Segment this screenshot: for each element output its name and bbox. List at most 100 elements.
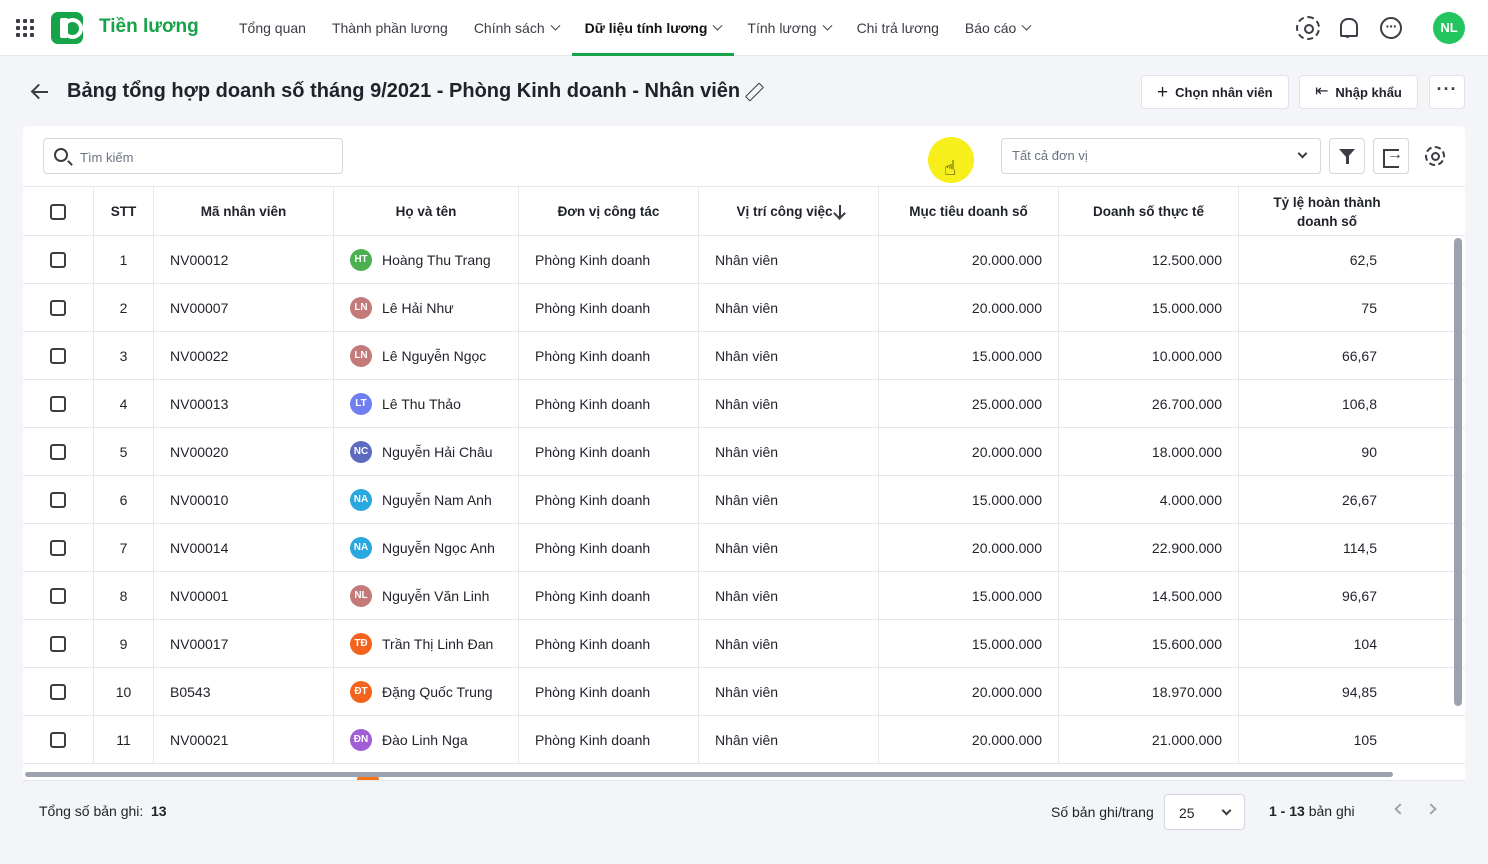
employee-name: Trần Thị Linh Đan [382, 635, 494, 652]
settings-icon[interactable] [1296, 16, 1320, 40]
chevron-down-icon [1021, 20, 1032, 31]
chevron-down-icon [822, 20, 833, 31]
total-records-label: Tổng số bản ghi: [39, 803, 144, 819]
cell-position: Nhân viên [699, 284, 879, 331]
nav-item-2[interactable]: Chính sách [461, 0, 572, 56]
cell-select [23, 572, 94, 619]
employee-name: Lê Nguyễn Ngọc [382, 347, 487, 364]
app-logo[interactable] [51, 12, 83, 44]
more-options-icon[interactable]: ··· [1380, 17, 1402, 39]
search-box[interactable] [43, 138, 343, 174]
table-row[interactable]: 7 NV00014 NA Nguyễn Ngọc Anh Phòng Kinh doan… [23, 524, 1465, 572]
cell-stt: 2 [94, 284, 154, 331]
cell-stt: 10 [94, 668, 154, 715]
cell-completion-ratio: 96,67 [1341, 587, 1377, 604]
nav-item-label: Tính lương [747, 20, 817, 36]
row-checkbox[interactable] [50, 635, 66, 652]
table-row[interactable]: 9 NV00017 TĐ Trần Thị Linh Đan Phòng Kinh do… [23, 620, 1465, 668]
table-row[interactable]: 6 NV00010 NA Nguyễn Nam Anh Phòng Kinh doanh… [23, 476, 1465, 524]
cell-position: Nhân viên [699, 620, 879, 667]
col-employee-code[interactable]: Mã nhân viên [154, 187, 334, 236]
nav-item-0[interactable]: Tổng quan [226, 0, 319, 56]
more-actions-button[interactable]: ··· [1429, 75, 1465, 109]
cell-actual-sales: 12.500.000 [1059, 236, 1239, 283]
prev-page-icon[interactable] [1394, 803, 1406, 815]
search-input[interactable] [80, 147, 330, 167]
total-records-value: 13 [151, 803, 167, 819]
row-checkbox[interactable] [50, 395, 66, 412]
cell-actual-sales: 18.970.000 [1059, 668, 1239, 715]
col-stt[interactable]: STT [94, 187, 154, 236]
cell-employee-code: NV00022 [154, 332, 334, 379]
next-page-icon[interactable] [1425, 803, 1437, 815]
record-range-bold: 1 - 13 [1269, 803, 1305, 819]
horizontal-scrollbar[interactable] [25, 772, 1393, 777]
col-completion-ratio[interactable]: Tỷ lệ hoàn thành doanh số [1239, 187, 1415, 236]
row-checkbox[interactable] [50, 539, 66, 556]
col-position-label: Vị trí công việc [736, 204, 833, 219]
row-checkbox[interactable] [50, 251, 66, 268]
row-checkbox[interactable] [50, 443, 66, 460]
apps-grid-icon[interactable] [16, 19, 34, 37]
table-footer: Tổng số bản ghi: 13 Số bản ghi/trang 25 … [23, 780, 1465, 842]
cell-actual-sales: 18.000.000 [1059, 428, 1239, 475]
table-row[interactable]: 2 NV00007 LN Lê Hải Như Phòng Kinh doanh Nhân… [23, 284, 1465, 332]
table-row[interactable]: 5 NV00020 NC Nguyễn Hải Châu Phòng Kinh doan… [23, 428, 1465, 476]
sort-desc-icon[interactable] [838, 205, 841, 218]
cell-full-name: LN Lê Hải Như [334, 284, 519, 331]
table-settings-icon[interactable] [1425, 146, 1445, 166]
cell-position: Nhân viên [699, 668, 879, 715]
cell-full-name: ĐT Đặng Quốc Trung [334, 668, 519, 715]
table-row[interactable]: 11 NV00021 ĐN Đào Linh Nga Phòng Kinh doanh N… [23, 716, 1465, 764]
import-button[interactable]: ⇤ Nhập khẩu [1299, 75, 1418, 109]
cell-unit: Phòng Kinh doanh [519, 380, 699, 427]
cell-position: Nhân viên [699, 428, 879, 475]
col-unit[interactable]: Đơn vị công tác [519, 187, 699, 236]
cell-completion-ratio: 26,67 [1341, 491, 1377, 508]
per-page-select[interactable]: 25 [1164, 794, 1245, 830]
col-full-name[interactable]: Họ và tên [334, 187, 519, 236]
row-checkbox[interactable] [50, 347, 66, 364]
select-all-checkbox[interactable] [50, 203, 66, 220]
cell-stt: 4 [94, 380, 154, 427]
avatar: HT [350, 248, 372, 271]
edit-title-icon[interactable] [744, 83, 762, 101]
export-icon[interactable] [1373, 138, 1409, 174]
cell-actual-sales: 14.500.000 [1059, 572, 1239, 619]
table-row[interactable]: 10 B0543 ĐT Đặng Quốc Trung Phòng Kinh doanh… [23, 668, 1465, 716]
filter-icon[interactable] [1329, 138, 1365, 174]
nav-item-4[interactable]: Tính lương [734, 0, 843, 56]
avatar: LN [350, 344, 372, 367]
row-checkbox[interactable] [50, 491, 66, 508]
table-row[interactable]: 1 NV00012 HT Hoàng Thu Trang Phòng Kinh doan… [23, 236, 1465, 284]
col-position[interactable]: Vị trí công việc [699, 187, 879, 236]
cell-full-name: NA Nguyễn Ngọc Anh [334, 524, 519, 571]
nav-item-label: Chi trả lương [856, 20, 939, 36]
vertical-scrollbar[interactable] [1454, 238, 1462, 706]
nav-item-5[interactable]: Chi trả lương [844, 0, 952, 56]
cell-full-name: NL Nguyễn Văn Linh [334, 572, 519, 619]
table-row[interactable]: 4 NV00013 LT Lê Thu Thảo Phòng Kinh doanh Nhâ… [23, 380, 1465, 428]
nav-item-label: Chính sách [473, 20, 545, 36]
app-brand[interactable]: Tiền lương [99, 16, 199, 38]
cell-unit: Phòng Kinh doanh [519, 236, 699, 283]
notification-bell-icon[interactable] [1336, 16, 1360, 40]
user-avatar[interactable]: NL [1433, 12, 1465, 44]
cell-unit: Phòng Kinh doanh [519, 668, 699, 715]
table-row[interactable]: 3 NV00022 LN Lê Nguyễn Ngọc Phòng Kinh doanh… [23, 332, 1465, 380]
unit-filter-select[interactable]: Tất cả đơn vị [1001, 138, 1321, 174]
nav-item-6[interactable]: Báo cáo [952, 0, 1043, 56]
cell-sales-target: 20.000.000 [879, 236, 1059, 283]
col-sales-target[interactable]: Mục tiêu doanh số [879, 187, 1059, 236]
nav-item-1[interactable]: Thành phần lương [319, 0, 461, 56]
row-checkbox[interactable] [50, 299, 66, 316]
row-checkbox[interactable] [50, 683, 66, 700]
table-row[interactable]: 8 NV00001 NL Nguyễn Văn Linh Phòng Kinh doan… [23, 572, 1465, 620]
choose-employee-button[interactable]: + Chọn nhân viên [1141, 75, 1289, 109]
cell-stt: 8 [94, 572, 154, 619]
back-arrow-icon[interactable] [30, 82, 50, 102]
nav-item-3[interactable]: Dữ liệu tính lương [571, 0, 735, 56]
col-actual-sales[interactable]: Doanh số thực tế [1059, 187, 1239, 236]
row-checkbox[interactable] [50, 587, 66, 604]
row-checkbox[interactable] [50, 731, 66, 748]
